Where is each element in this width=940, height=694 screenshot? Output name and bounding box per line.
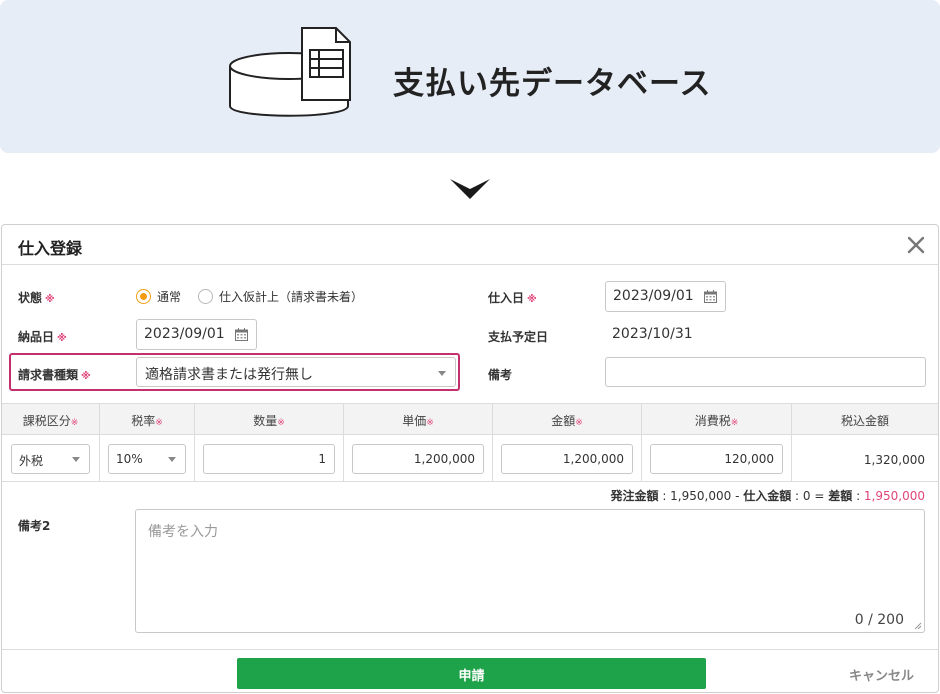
col-total: 税込金額 (840, 414, 889, 428)
purchase-date-input[interactable]: 2023/09/01 (605, 281, 726, 312)
remarks-label: 備考 (488, 368, 513, 382)
chevron-down-icon (438, 371, 446, 376)
dialog-footer: 申請 キャンセル (2, 649, 938, 693)
col-tax-rate: 税率※ (100, 404, 195, 434)
purchase-date-label: 仕入日 ※ (488, 291, 537, 305)
col-tax: 消費税※ (642, 404, 792, 434)
resize-handle-icon[interactable] (914, 622, 922, 630)
required-mark: ※ (45, 294, 55, 305)
col-tax-category: 課税区分※ (2, 404, 100, 434)
chevron-down-icon (72, 457, 80, 462)
amount-input[interactable]: 1,200,000 (501, 444, 633, 474)
amount-summary: 発注金額 : 1,950,000 - 仕入金額 : 0 = 差額 : 1,950… (610, 489, 925, 503)
database-banner: 支払い先データベース (0, 0, 940, 153)
status-radio-normal[interactable]: 通常 (136, 288, 181, 305)
chevron-down-icon (168, 457, 176, 462)
submit-button[interactable]: 申請 (237, 658, 706, 689)
table-row: 外税 10% 1 1,200,000 1,200,000 120,000 1,3… (2, 435, 938, 482)
remarks2-label: 備考2 (18, 519, 51, 533)
calendar-icon[interactable] (235, 328, 248, 341)
dialog-title: 仕入登録 (18, 239, 83, 258)
invoice-type-label: 請求書種類 ※ (18, 368, 91, 382)
purchase-registration-dialog: 仕入登録 状態 ※ 通常 仕入仮計上（請求書未着） 仕入日 ※ 2023/09/01… (1, 224, 939, 693)
database-spreadsheet-icon (229, 27, 351, 117)
close-icon[interactable] (906, 235, 926, 255)
dialog-header: 仕入登録 (2, 225, 938, 265)
remarks-input[interactable] (605, 357, 926, 387)
radio-unselected-icon (198, 289, 213, 304)
radio-selected-icon (136, 289, 151, 304)
cancel-button[interactable]: キャンセル (849, 665, 914, 684)
tax-category-select[interactable]: 外税 (11, 444, 90, 474)
remarks2-placeholder: 備考を入力 (148, 524, 218, 540)
quantity-input[interactable]: 1 (203, 444, 335, 474)
status-label: 状態 ※ (18, 291, 55, 305)
delivery-date-label: 納品日 ※ (18, 330, 67, 344)
tax-rate-select[interactable]: 10% (108, 444, 186, 474)
col-amount: 金額※ (493, 404, 642, 434)
remarks2-textarea[interactable]: 備考を入力 0 / 200 (135, 509, 925, 633)
char-counter: 0 / 200 (854, 612, 904, 628)
banner-title: 支払い先データベース (393, 66, 712, 102)
status-radio-provisional[interactable]: 仕入仮計上（請求書未着） (198, 288, 363, 305)
invoice-type-select[interactable]: 適格請求書または発行無し (136, 357, 456, 387)
delivery-date-input[interactable]: 2023/09/01 (136, 319, 257, 350)
payment-due-label: 支払予定日 (488, 330, 549, 344)
total-value: 1,320,000 (863, 453, 925, 467)
items-table-header: 課税区分※ 税率※ 数量※ 単価※ 金額※ 消費税※ 税込金額 (2, 403, 938, 435)
unit-price-input[interactable]: 1,200,000 (352, 444, 484, 474)
col-unit-price: 単価※ (344, 404, 493, 434)
calendar-icon[interactable] (704, 290, 717, 303)
tax-input[interactable]: 120,000 (650, 444, 783, 474)
payment-due-value: 2023/10/31 (612, 326, 693, 342)
col-quantity: 数量※ (195, 404, 344, 434)
chevron-down-icon (450, 179, 490, 199)
